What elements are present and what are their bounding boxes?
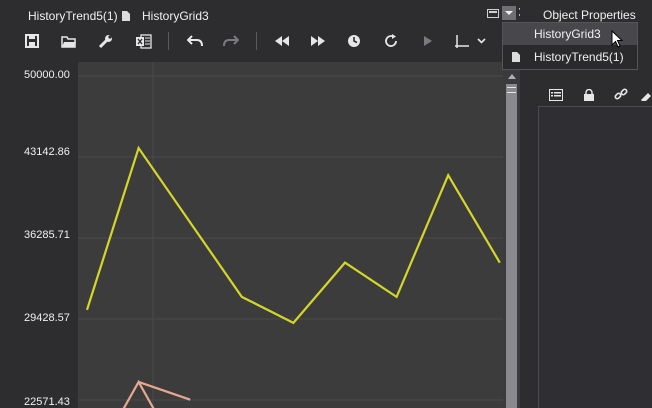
settings-button[interactable] [93,28,117,54]
refresh-icon [385,34,397,47]
axis-icon [455,34,469,48]
redo-button[interactable] [219,28,243,54]
open-folder-icon [61,35,76,48]
play-icon [424,36,432,46]
save-icon [25,34,39,48]
excel-export-icon [136,33,152,49]
dropdown-item-history-trend[interactable]: HistoryTrend5(1) [503,46,637,68]
toolbar-separator [256,32,257,50]
rewind-icon [275,36,289,46]
link-icon [614,88,628,100]
undo-icon [187,35,203,47]
properties-content-area [538,107,652,408]
fast-forward-icon [311,36,325,46]
mouse-cursor-icon [611,30,623,48]
play-button[interactable] [416,28,440,54]
scrollbar-thumb[interactable] [506,84,517,408]
export-excel-button[interactable] [132,28,156,54]
property-list-button[interactable] [547,87,565,103]
y-tick-label: 36285.71 [24,229,70,241]
rewind-button[interactable] [270,28,294,54]
plot-background [78,62,503,408]
grip-icon [507,87,516,93]
window-position-icon[interactable] [487,9,499,18]
toolbar-separator [168,32,169,50]
tab-list-dropdown-button[interactable] [502,6,516,20]
link-button[interactable] [612,87,630,103]
chart-plot [78,62,503,408]
fast-forward-button[interactable] [306,28,330,54]
dropdown-item-label: HistoryTrend5(1) [534,50,624,64]
dropdown-item-label: HistoryGrid3 [534,27,601,41]
y-tick-label: 22571.43 [24,396,70,408]
clock-icon [348,35,360,47]
time-button[interactable] [342,28,366,54]
chevron-down-icon [476,38,486,44]
undo-button[interactable] [183,28,207,54]
y-tick-label: 29428.57 [24,312,70,324]
lock-button[interactable] [580,87,598,103]
tab-history-trend[interactable]: HistoryTrend5(1) [28,7,118,25]
axis-dropdown-button[interactable] [471,28,491,54]
trend-chart[interactable] [0,62,503,408]
open-button[interactable] [57,28,81,54]
file-icon [512,52,520,62]
list-icon [549,89,563,101]
save-button[interactable] [20,28,44,54]
refresh-button[interactable] [379,28,403,54]
y-tick-label: 43142.86 [24,146,70,158]
scroll-up-arrow-icon[interactable] [503,72,520,82]
y-tick-label: 50000.00 [24,69,70,81]
tab-history-grid[interactable]: HistoryGrid3 [142,7,209,25]
panel-title: Object Properties [543,8,636,22]
file-icon [122,11,130,21]
tag-icon [641,93,651,101]
lock-icon [584,89,594,101]
redo-icon [223,35,239,47]
tag-button[interactable] [640,87,652,103]
wrench-icon [98,34,112,48]
